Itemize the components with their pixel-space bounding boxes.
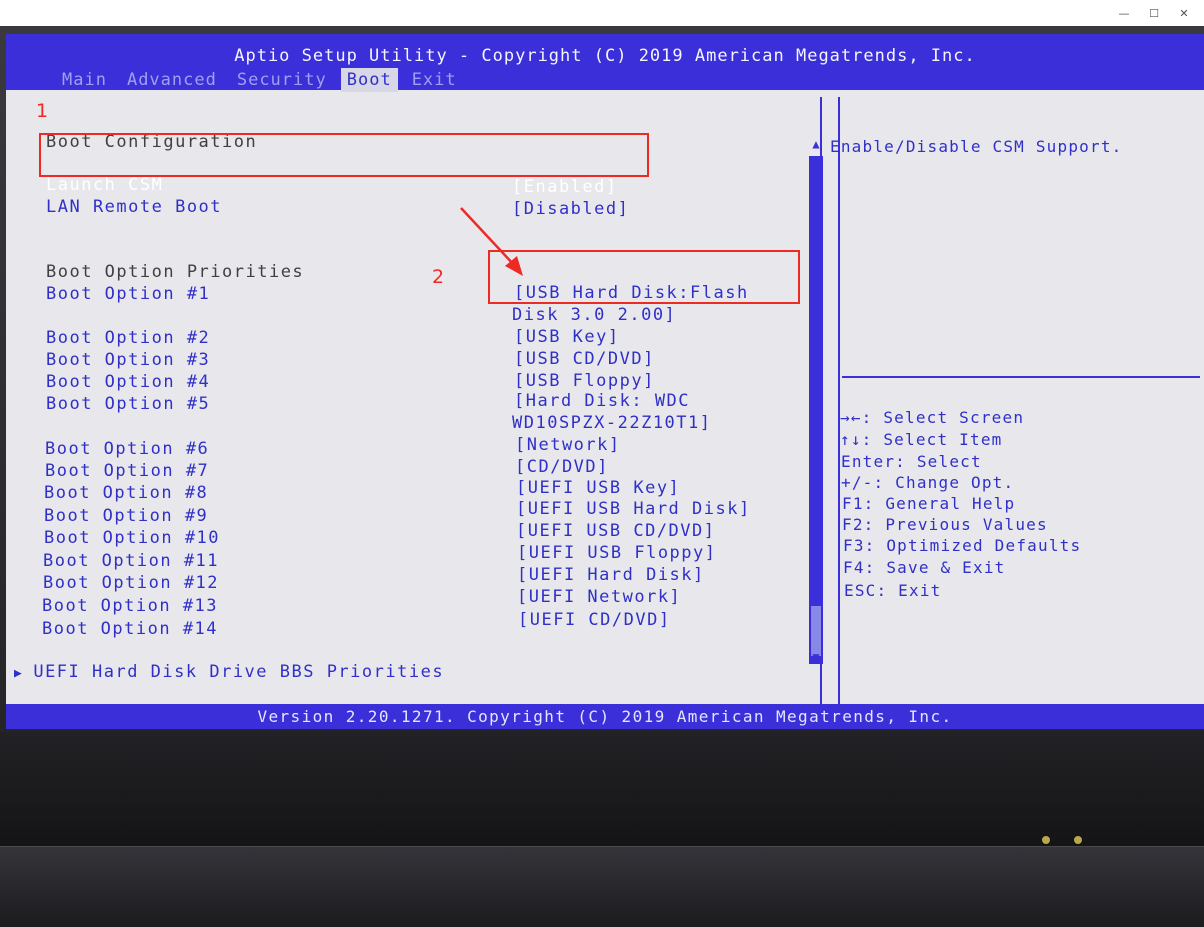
lan-remote-boot-label[interactable]: LAN Remote Boot (46, 197, 222, 217)
help-key-f1: F1: General Help (842, 494, 1016, 513)
boot-option-11-value[interactable]: [UEFI USB Floppy] (517, 543, 717, 563)
bios-tabs: Main Advanced Security Boot Exit (56, 68, 471, 92)
help-key-select-item: ↑↓: Select Item (840, 430, 1003, 449)
tab-exit[interactable]: Exit (406, 68, 463, 92)
boot-option-7-value[interactable]: [CD/DVD] (515, 457, 609, 477)
launch-csm-value[interactable]: [Enabled] (512, 177, 618, 197)
submenu-label: UEFI Hard Disk Drive BBS Priorities (33, 662, 445, 682)
window-titlebar: — ☐ ✕ (0, 0, 1204, 27)
help-key-enter: Enter: Select (841, 452, 982, 471)
help-key-esc: ESC: Exit (844, 581, 942, 600)
tab-main[interactable]: Main (56, 68, 113, 92)
screenshot-photo: Aptio Setup Utility - Copyright (C) 2019… (0, 26, 1204, 927)
scrollbar-thumb[interactable] (811, 606, 821, 656)
help-divider (842, 376, 1200, 378)
boot-option-5-value-line2[interactable]: WD10SPZX-22Z10T1] (512, 413, 712, 433)
help-key-f4: F4: Save & Exit (843, 558, 1006, 577)
bios-footer: Version 2.20.1271. Copyright (C) 2019 Am… (6, 704, 1204, 729)
boot-option-12-label[interactable]: Boot Option #12 (43, 573, 219, 593)
annotation-marker-1: 1 (36, 100, 49, 122)
boot-option-5-label[interactable]: Boot Option #5 (46, 394, 210, 414)
boot-option-9-label[interactable]: Boot Option #9 (44, 506, 208, 526)
boot-option-6-label[interactable]: Boot Option #6 (45, 439, 209, 459)
help-key-change-opt: +/-: Change Opt. (841, 473, 1015, 492)
boot-option-14-label[interactable]: Boot Option #14 (42, 619, 218, 639)
boot-option-10-value[interactable]: [UEFI USB CD/DVD] (516, 521, 716, 541)
boot-option-7-label[interactable]: Boot Option #7 (45, 461, 209, 481)
help-description: Enable/Disable CSM Support. (830, 137, 1123, 156)
boot-option-13-value[interactable]: [UEFI Network] (517, 587, 681, 607)
boot-option-4-value[interactable]: [USB Floppy] (514, 371, 655, 391)
boot-option-2-value[interactable]: [USB Key] (514, 327, 620, 347)
help-key-f2: F2: Previous Values (842, 515, 1048, 534)
boot-option-14-value[interactable]: [UEFI CD/DVD] (518, 610, 671, 630)
tab-advanced[interactable]: Advanced (121, 68, 223, 92)
laptop-hinge (0, 846, 1204, 927)
boot-option-13-label[interactable]: Boot Option #13 (42, 596, 218, 616)
help-key-select-screen: →←: Select Screen (840, 408, 1025, 427)
boot-option-3-label[interactable]: Boot Option #3 (46, 350, 210, 370)
boot-option-12-value[interactable]: [UEFI Hard Disk] (517, 565, 705, 585)
boot-option-8-value[interactable]: [UEFI USB Key] (516, 478, 680, 498)
submenu-arrow-icon: ▶ (14, 666, 24, 681)
launch-csm-label[interactable]: Launch CSM (46, 175, 163, 195)
boot-option-3-value[interactable]: [USB CD/DVD] (514, 349, 655, 369)
annotation-box-launch-csm (39, 133, 649, 177)
boot-option-4-label[interactable]: Boot Option #4 (46, 372, 210, 392)
status-led-icon (1042, 836, 1050, 844)
bios-header: Aptio Setup Utility - Copyright (C) 2019… (6, 34, 1204, 92)
boot-option-6-value[interactable]: [Network] (515, 435, 621, 455)
boot-option-1-label[interactable]: Boot Option #1 (46, 284, 210, 304)
submenu-uefi-bbs-priorities[interactable]: ▶ UEFI Hard Disk Drive BBS Priorities (14, 662, 444, 682)
boot-option-8-label[interactable]: Boot Option #8 (44, 483, 208, 503)
boot-option-2-label[interactable]: Boot Option #2 (46, 328, 210, 348)
annotation-arrow-icon (460, 207, 523, 276)
boot-option-11-label[interactable]: Boot Option #11 (43, 551, 219, 571)
scroll-up-icon[interactable]: ▲ (807, 137, 825, 151)
help-pane (838, 97, 1202, 707)
boot-option-9-value[interactable]: [UEFI USB Hard Disk] (516, 499, 751, 519)
tab-security[interactable]: Security (231, 68, 333, 92)
bios-title: Aptio Setup Utility - Copyright (C) 2019… (234, 46, 976, 66)
boot-option-1-value-line2[interactable]: Disk 3.0 2.00] (512, 305, 676, 325)
scrollbar[interactable] (809, 156, 823, 664)
tab-boot[interactable]: Boot (340, 68, 398, 92)
power-led-icon (1074, 836, 1082, 844)
priorities-title: Boot Option Priorities (46, 262, 305, 282)
boot-option-5-value-line1[interactable]: [Hard Disk: WDC (514, 391, 690, 411)
help-key-f3: F3: Optimized Defaults (843, 536, 1082, 555)
scroll-down-icon[interactable]: ▼ (807, 650, 825, 664)
annotation-marker-2: 2 (432, 266, 445, 288)
close-icon[interactable]: ✕ (1164, 0, 1204, 26)
boot-option-10-label[interactable]: Boot Option #10 (44, 528, 220, 548)
